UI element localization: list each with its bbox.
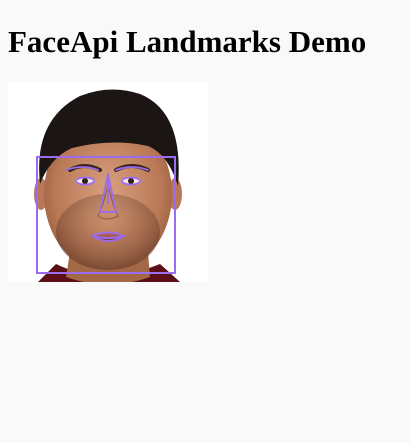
detection-canvas <box>8 82 208 282</box>
page-title: FaceApi Landmarks Demo <box>8 24 367 59</box>
face-image <box>8 82 208 282</box>
